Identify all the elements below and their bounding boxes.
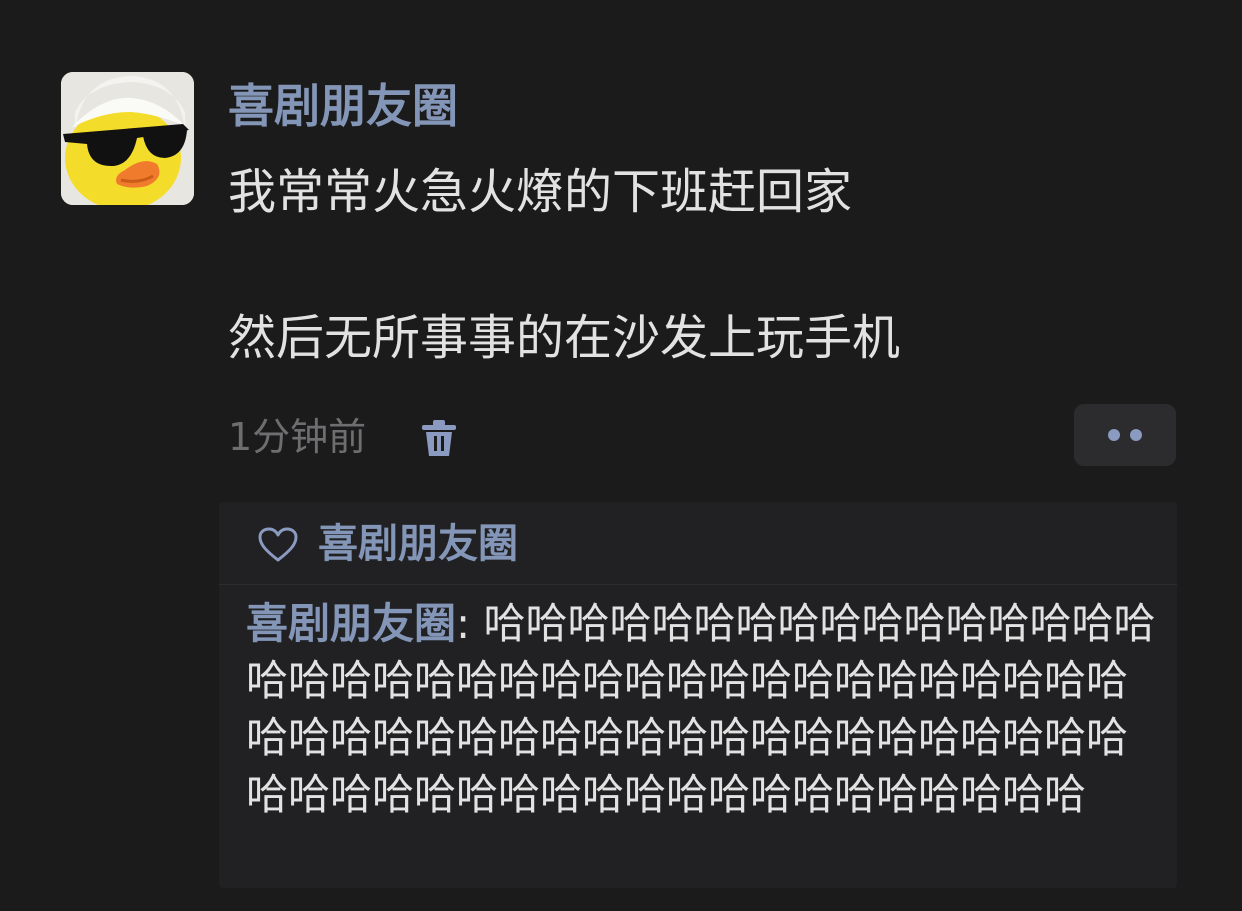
author-avatar[interactable] [61,72,194,205]
post-author-name[interactable]: 喜剧朋友圈 [228,78,458,134]
more-options-button[interactable] [1074,404,1176,466]
post-timestamp: 1分钟前 [228,415,367,459]
more-dots-icon [1130,429,1142,441]
likes-comments-panel: 喜剧朋友圈 喜剧朋友圈: 哈哈哈哈哈哈哈哈哈哈哈哈哈哈哈哈哈哈哈哈哈哈哈哈哈哈哈… [219,502,1177,888]
trash-icon[interactable] [420,418,458,458]
like-user-name[interactable]: 喜剧朋友圈 [318,518,518,570]
comment-item[interactable]: 喜剧朋友圈: 哈哈哈哈哈哈哈哈哈哈哈哈哈哈哈哈哈哈哈哈哈哈哈哈哈哈哈哈哈哈哈哈哈… [246,595,1166,823]
more-dots-icon [1108,429,1120,441]
comment-author-name[interactable]: 喜剧朋友圈 [246,599,456,648]
duck-with-sunglasses-avatar-icon [61,72,194,205]
likes-row: 喜剧朋友圈 [219,502,1177,585]
post-text-line-1: 我常常火急火燎的下班赶回家 [228,164,853,220]
comment-separator: : [456,599,484,648]
post-text-line-2: 然后无所事事的在沙发上玩手机 [228,310,901,366]
heart-outline-icon [257,526,299,564]
